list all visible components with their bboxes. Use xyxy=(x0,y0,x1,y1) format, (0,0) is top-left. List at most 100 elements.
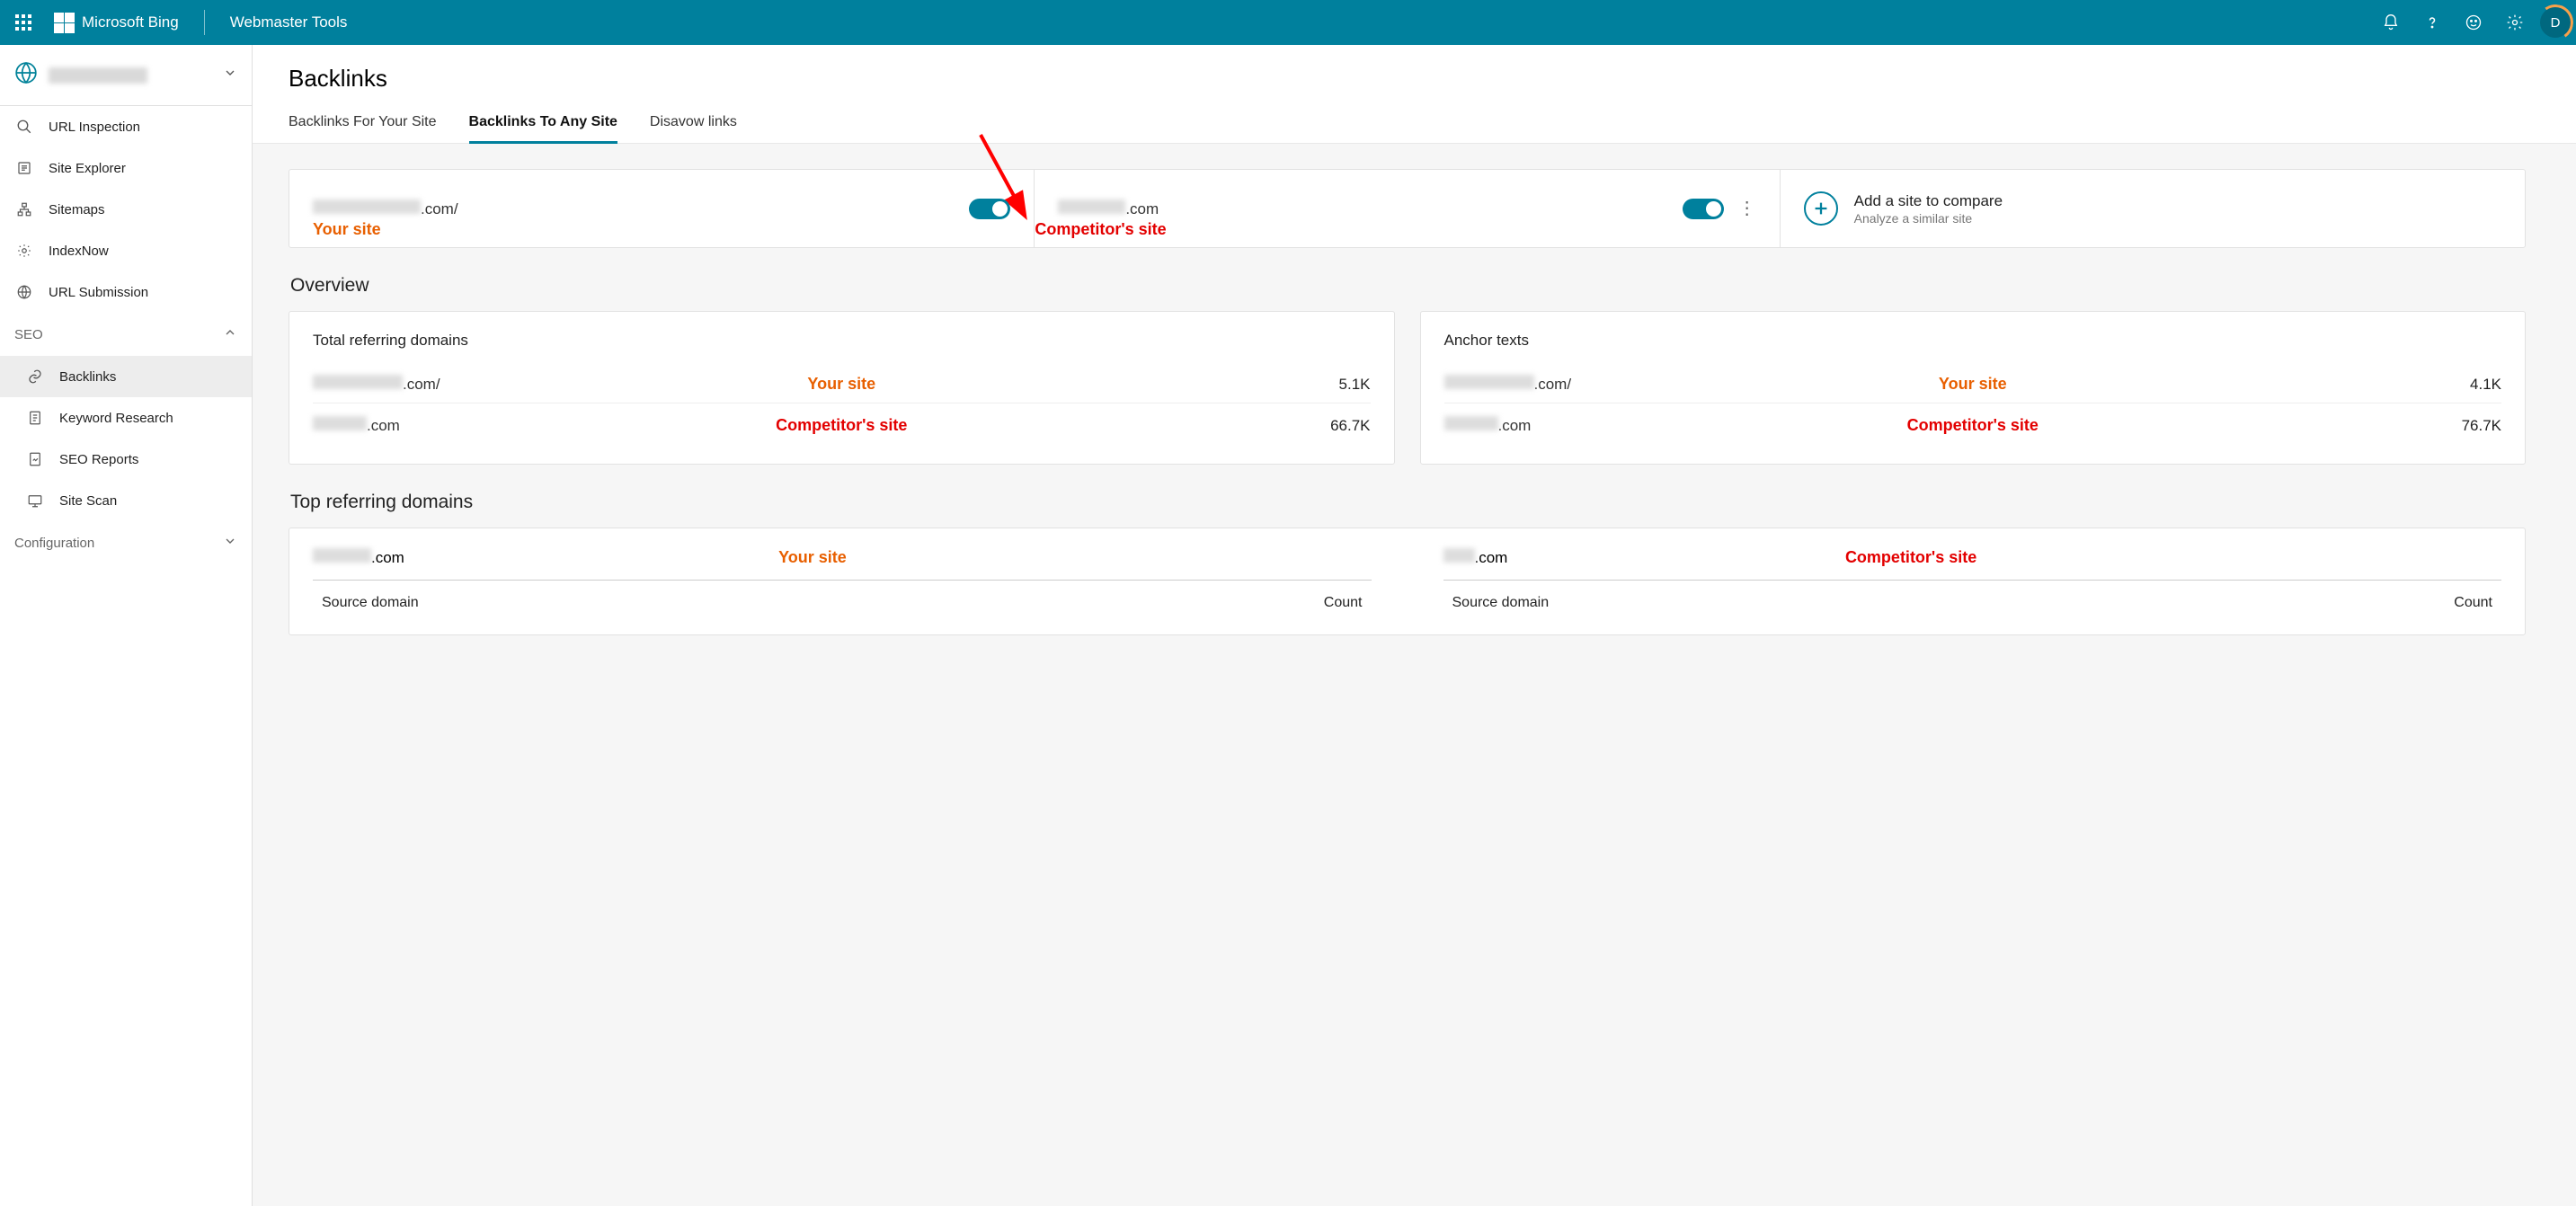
add-site-to-compare[interactable]: Add a site to compare Analyze a similar … xyxy=(1780,170,2525,247)
brand-bing[interactable]: Microsoft Bing xyxy=(54,13,179,33)
settings-icon[interactable] xyxy=(2495,3,2535,42)
site-picker-label xyxy=(49,67,147,84)
notifications-icon[interactable] xyxy=(2371,3,2411,42)
more-options-icon[interactable]: ⋮ xyxy=(1738,200,1756,217)
annotation-competitor-site: Competitor's site xyxy=(1845,548,1976,567)
sidebar-item-label: Keyword Research xyxy=(59,411,173,426)
column-header-count: Count xyxy=(2454,595,2492,611)
add-site-subtitle: Analyze a similar site xyxy=(1854,211,2003,226)
metric-row: .com/ Your site 5.1K xyxy=(313,366,1371,403)
list-icon xyxy=(14,160,34,176)
metric-value: 66.7K xyxy=(1330,417,1370,435)
sidebar-item-backlinks[interactable]: Backlinks xyxy=(0,356,252,397)
sidebar-item-label: Site Scan xyxy=(59,493,117,509)
avatar-letter: D xyxy=(2551,15,2561,31)
feedback-icon[interactable] xyxy=(2454,3,2493,42)
chevron-down-icon xyxy=(223,534,237,552)
annotation-your-site: Your site xyxy=(778,548,847,567)
blurred-domain xyxy=(313,548,371,563)
domain-suffix: .com/ xyxy=(1534,376,1572,394)
microsoft-logo-icon xyxy=(54,13,75,33)
globe-icon xyxy=(14,61,38,89)
domain-suffix: .com xyxy=(371,549,404,567)
blurred-domain xyxy=(1444,375,1534,389)
top-bar: Microsoft Bing Webmaster Tools D xyxy=(0,0,2576,45)
domain-suffix: .com/ xyxy=(403,376,440,394)
sidebar-section-seo[interactable]: SEO xyxy=(0,313,252,356)
tab-backlinks-to-any-site[interactable]: Backlinks To Any Site xyxy=(469,105,617,143)
annotation-competitor-site: Competitor's site xyxy=(1907,416,2039,435)
tab-disavow-links[interactable]: Disavow links xyxy=(650,105,737,143)
compare-your-site: .com/ Your site xyxy=(289,170,1034,247)
sidebar-item-site-explorer[interactable]: Site Explorer xyxy=(0,147,252,189)
blurred-domain xyxy=(313,200,421,214)
toggle-competitor-site[interactable] xyxy=(1683,199,1724,219)
card-total-referring-domains: Total referring domains .com/ Your site … xyxy=(289,311,1395,465)
annotation-your-site: Your site xyxy=(1939,375,2007,394)
search-icon xyxy=(14,119,34,135)
sidebar-item-url-inspection[interactable]: URL Inspection xyxy=(0,106,252,147)
divider xyxy=(204,10,205,35)
sidebar-item-url-submission[interactable]: URL Submission xyxy=(0,271,252,313)
annotation-your-site: Your site xyxy=(807,375,875,394)
chevron-down-icon xyxy=(223,66,237,84)
sidebar-section-label: Configuration xyxy=(14,536,94,551)
metric-value: 5.1K xyxy=(1339,376,1371,394)
sidebar-section-label: SEO xyxy=(14,327,43,342)
sidebar-item-indexnow[interactable]: IndexNow xyxy=(0,230,252,271)
sidebar-item-site-scan[interactable]: Site Scan xyxy=(0,480,252,521)
sidebar-item-seo-reports[interactable]: SEO Reports xyxy=(0,439,252,480)
sitemap-icon xyxy=(14,201,34,217)
report-icon xyxy=(25,451,45,467)
card-title: Total referring domains xyxy=(313,332,1371,350)
metric-row: .com Competitor's site 66.7K xyxy=(313,403,1371,444)
domain-suffix: .com xyxy=(367,417,400,435)
top-referring-competitor-column: .com Competitor's site Source domain Cou… xyxy=(1443,548,2502,615)
top-referring-heading: Top referring domains xyxy=(290,492,2526,513)
user-avatar[interactable]: D xyxy=(2540,7,2571,38)
column-header-source: Source domain xyxy=(1452,595,1550,611)
site-picker[interactable] xyxy=(0,45,252,106)
compare-competitor-site: .com Competitor's site ⋮ xyxy=(1034,170,1779,247)
link-icon xyxy=(25,368,45,385)
sidebar-item-sitemaps[interactable]: Sitemaps xyxy=(0,189,252,230)
annotation-your-site: Your site xyxy=(313,220,381,239)
card-anchor-texts: Anchor texts .com/ Your site 4.1K .com xyxy=(1420,311,2527,465)
card-title: Anchor texts xyxy=(1444,332,2502,350)
sidebar-item-label: URL Submission xyxy=(49,285,148,300)
sidebar-item-keyword-research[interactable]: Keyword Research xyxy=(0,397,252,439)
monitor-icon xyxy=(25,492,45,509)
add-site-title: Add a site to compare xyxy=(1854,192,2003,210)
main-content: Backlinks Backlinks For Your Site Backli… xyxy=(253,45,2576,1206)
metric-row: .com/ Your site 4.1K xyxy=(1444,366,2502,403)
overview-heading: Overview xyxy=(290,275,2526,297)
help-icon[interactable] xyxy=(2412,3,2452,42)
blurred-domain xyxy=(1058,200,1125,214)
plus-icon xyxy=(1804,191,1838,226)
metric-value: 76.7K xyxy=(2462,417,2501,435)
tab-backlinks-for-your-site[interactable]: Backlinks For Your Site xyxy=(289,105,437,143)
toggle-your-site[interactable] xyxy=(969,199,1010,219)
chevron-up-icon xyxy=(223,325,237,343)
sidebar-item-label: Backlinks xyxy=(59,369,116,385)
sidebar-item-label: Site Explorer xyxy=(49,161,126,176)
compare-sites-panel: .com/ Your site .com Competitor's xyxy=(289,169,2526,248)
document-icon xyxy=(25,410,45,426)
metric-row: .com Competitor's site 76.7K xyxy=(1444,403,2502,444)
domain-suffix: .com xyxy=(1125,200,1159,218)
metric-value: 4.1K xyxy=(2470,376,2501,394)
globe-icon xyxy=(14,284,34,300)
tabs: Backlinks For Your Site Backlinks To Any… xyxy=(253,105,2576,144)
page-title: Backlinks xyxy=(289,45,2576,105)
app-launcher-icon[interactable] xyxy=(5,4,41,40)
annotation-competitor-site: Competitor's site xyxy=(1035,220,1166,239)
sidebar: URL Inspection Site Explorer Sitemaps In… xyxy=(0,45,253,1206)
sidebar-item-label: SEO Reports xyxy=(59,452,138,467)
domain-suffix: .com/ xyxy=(421,200,458,218)
sidebar-item-label: Sitemaps xyxy=(49,202,105,217)
brand-bing-label: Microsoft Bing xyxy=(82,13,179,31)
brand-webmaster-tools[interactable]: Webmaster Tools xyxy=(230,13,348,31)
sidebar-section-configuration[interactable]: Configuration xyxy=(0,521,252,564)
column-header-source: Source domain xyxy=(322,595,419,611)
sidebar-item-label: URL Inspection xyxy=(49,120,140,135)
